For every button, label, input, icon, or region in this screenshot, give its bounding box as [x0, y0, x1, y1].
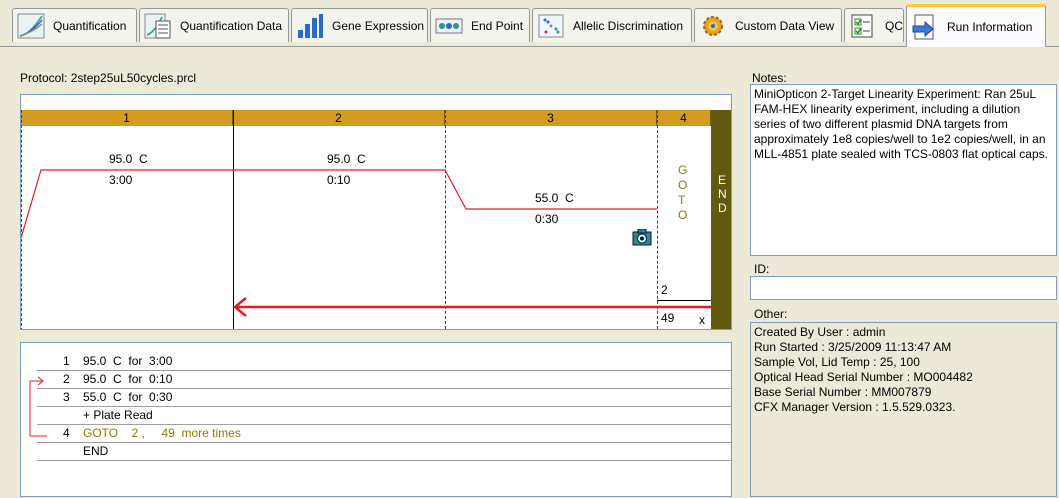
info-line: Sample Vol, Lid Temp : 25, 100 [754, 355, 920, 369]
plate-read-camera-icon [632, 229, 652, 246]
goto-separator [657, 300, 711, 301]
tab-label: Allelic Discrimination [573, 18, 684, 33]
tab-label: Custom Data View [735, 18, 835, 33]
id-field[interactable] [750, 276, 1057, 300]
tab-bar: Quantification Quantification Data Gene … [0, 0, 1059, 47]
list-item[interactable]: + Plate Read [37, 407, 731, 425]
step-2-temp: 95.0 C [327, 152, 366, 166]
other-info-box: Created By User : admin Run Started : 3/… [750, 322, 1057, 497]
info-line: Run Started : 3/25/2009 11:13:47 AM [754, 340, 952, 354]
info-line: CFX Manager Version : 1.5.529.0323. [754, 400, 956, 414]
goto-repeat-count: 49 [661, 311, 675, 325]
quantification-data-icon [144, 13, 171, 38]
list-item[interactable]: END [37, 443, 731, 461]
id-label: ID: [754, 262, 770, 276]
protocol-graph: 1 2 3 4 END 95.0 C 3:00 95.0 C 0:10 55.0… [20, 94, 732, 330]
step-2-time: 0:10 [327, 173, 351, 187]
tab-label: End Point [471, 18, 524, 33]
tab-allelic-discrimination[interactable]: Allelic Discrimination [532, 8, 692, 42]
tab-label: Gene Expression [332, 18, 425, 33]
tab-end-point[interactable]: End Point [430, 8, 530, 42]
step-3-time: 0:30 [535, 212, 559, 226]
tab-label: Quantification [53, 18, 127, 33]
tab-gene-expression[interactable]: Gene Expression [291, 8, 428, 42]
goto-label: GOTO [678, 163, 688, 222]
gene-expression-bars-icon [298, 13, 323, 38]
info-line: Base Serial Number : MM007879 [754, 385, 932, 399]
tab-qc[interactable]: QC [844, 8, 904, 42]
protocol-step-list: 1 95.0 C for 3:00 2 95.0 C for 0:10 3 55.0 … [20, 342, 732, 497]
quantification-chart-icon [17, 13, 45, 38]
custom-data-view-gear-icon [703, 15, 723, 36]
notes-textarea[interactable]: MiniOpticon 2-Target Linearity Experimen… [750, 84, 1057, 256]
tab-custom-data-view[interactable]: Custom Data View [694, 8, 842, 42]
tab-label: Run Information [947, 20, 1033, 34]
protocol-label: Protocol: 2step25uL50cycles.prcl [20, 71, 197, 85]
notes-label: Notes: [752, 71, 787, 85]
goto-arrow [233, 297, 711, 317]
end-point-icon [435, 18, 463, 33]
list-item[interactable]: 4 GOTO 2 , 49 more times [37, 425, 731, 443]
tab-run-information[interactable]: Run Information [906, 4, 1046, 47]
step-3-temp: 55.0 C [535, 191, 574, 205]
other-label: Other: [754, 307, 788, 321]
info-line: Optical Head Serial Number : MO004482 [754, 370, 973, 384]
list-item[interactable]: 3 55.0 C for 0:30 [37, 389, 731, 407]
step-1-time: 3:00 [109, 173, 133, 187]
list-item[interactable]: 1 95.0 C for 3:00 [37, 353, 731, 371]
qc-checklist-icon [851, 14, 873, 37]
info-line: Created By User : admin [754, 325, 886, 339]
tab-label: QC [885, 18, 903, 33]
goto-loop-arrow [29, 376, 47, 437]
goto-repeat-suffix: x [699, 313, 705, 327]
step-1-temp: 95.0 C [109, 152, 148, 166]
list-item[interactable]: 2 95.0 C for 0:10 [37, 371, 731, 389]
tab-quantification-data[interactable]: Quantification Data [139, 8, 289, 42]
tab-quantification[interactable]: Quantification [12, 8, 137, 42]
tab-label: Quantification Data [180, 18, 283, 33]
run-information-icon [912, 14, 934, 40]
allelic-discrimination-icon [538, 14, 564, 37]
